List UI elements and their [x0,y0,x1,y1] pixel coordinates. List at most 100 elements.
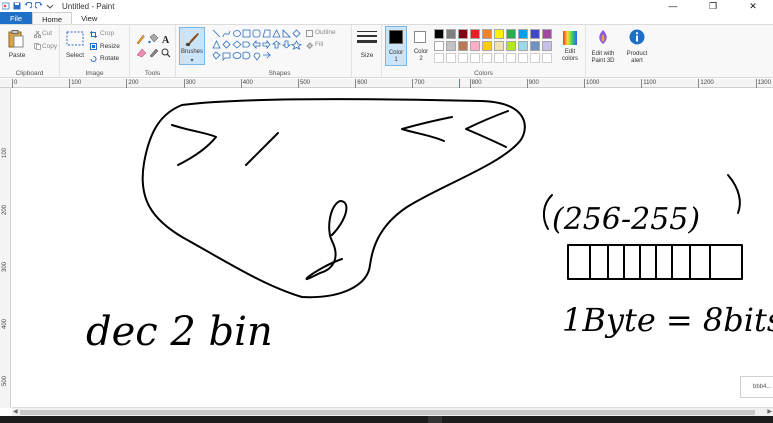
freehand-drawing: dec 2 bin 1Byte = 8bits (256-255) [86,98,773,355]
color-swatch[interactable] [446,29,456,39]
color-swatch[interactable] [482,41,492,51]
color-swatch[interactable] [542,29,552,39]
paste-icon[interactable] [8,30,24,48]
paste-label[interactable]: Paste [2,52,32,59]
select-icon[interactable] [66,31,84,47]
copy-icon[interactable] [34,43,41,50]
color1-button[interactable]: Color 1 [385,26,407,66]
color-swatch[interactable] [446,41,456,51]
horizontal-scrollbar[interactable]: ◀ ▶ [12,407,773,416]
color-swatch[interactable] [530,29,540,39]
edit-colors-label: Edit [564,49,576,55]
vruler-label: 300 [2,261,8,272]
drawing-canvas[interactable]: dec 2 bin 1Byte = 8bits (256-255) [12,89,773,407]
color-swatch[interactable] [506,53,516,63]
eraser-icon[interactable] [136,48,147,58]
color-swatch[interactable] [434,29,444,39]
vertical-ruler: 100 200 300 400 500 [0,88,11,408]
color-picker-icon[interactable] [149,48,159,58]
color-swatch[interactable] [446,53,456,63]
edit-colors-icon [563,31,577,45]
color-swatch[interactable] [518,41,528,51]
color2-button[interactable]: Color 2 [410,26,432,66]
shapes-gallery[interactable] [212,29,304,63]
color-swatch[interactable] [470,41,480,51]
tab-view[interactable]: View [72,12,106,24]
ruler-tick [469,79,471,88]
fill-shape-icon[interactable] [306,42,313,49]
pencil-icon[interactable] [136,34,145,45]
color-swatch[interactable] [434,41,444,51]
close-button[interactable]: ✕ [733,0,773,12]
color-swatch[interactable] [494,41,504,51]
outline-icon[interactable] [306,30,313,37]
color-swatch[interactable] [518,29,528,39]
cursor-position-marker [459,79,460,88]
color-swatch[interactable] [482,29,492,39]
text-icon[interactable]: A [162,35,170,46]
crop-label[interactable]: Crop [100,30,114,37]
color-swatch[interactable] [458,41,468,51]
color-swatch[interactable] [506,29,516,39]
maximize-button[interactable]: ❐ [693,0,733,12]
taskbar-active-app[interactable] [428,416,442,423]
color-swatch[interactable] [506,41,516,51]
ruler-tick [69,79,71,88]
product-alert-label: Product [626,51,648,57]
info-icon [629,29,645,45]
open-paren-stroke [542,194,553,230]
color-swatch[interactable] [458,53,468,63]
tab-file[interactable]: File [0,12,33,24]
cut-icon[interactable] [34,31,41,38]
minimize-button[interactable]: — [653,0,693,12]
resize-label[interactable]: Resize [100,43,120,50]
colors-group: Color 1 Color 2 Edit colors Colors [382,25,586,78]
cut-label[interactable]: Cut [42,30,52,37]
right-eye-2-stroke [465,110,509,148]
color-swatch[interactable] [470,29,480,39]
color-swatch[interactable] [494,29,504,39]
edit-colors-label-2: colors [561,56,578,62]
tab-home[interactable]: Home [32,12,73,24]
crop-icon[interactable] [90,31,97,38]
color-swatch[interactable] [530,53,540,63]
color-swatch[interactable] [542,53,552,63]
redo-icon[interactable] [35,2,43,10]
copy-label[interactable]: Copy [42,43,57,50]
color2-label: Color [413,49,429,55]
shapes-group: Outline Fill Shapes [208,25,352,78]
size-label[interactable]: Size [352,52,382,59]
color2-swatch [414,31,426,43]
color-swatch[interactable] [518,53,528,63]
undo-icon[interactable] [24,2,32,10]
edit-colors-button[interactable]: Edit colors [556,27,584,67]
colors-group-label: Colors [474,70,493,77]
customize-qa-icon[interactable] [46,2,54,10]
rotate-label[interactable]: Rotate [100,55,119,62]
fill-icon[interactable] [148,33,159,44]
ruler-tick [755,79,757,88]
color-swatch[interactable] [494,53,504,63]
magnifier-icon[interactable] [161,48,171,58]
color-swatch[interactable] [530,41,540,51]
color-swatch[interactable] [458,29,468,39]
color-swatch[interactable] [482,53,492,63]
brushes-button[interactable]: Brushes ▾ [179,27,205,65]
color-swatch[interactable] [542,41,552,51]
scroll-thumb[interactable] [20,410,755,415]
notification-toast[interactable]: bbb4... [740,376,773,398]
ruler-tick [183,79,185,88]
outline-label[interactable]: Outline [315,29,336,36]
rotate-icon[interactable] [90,55,97,62]
resize-icon[interactable] [90,43,97,50]
color-palette [434,29,552,63]
edit-with-paint3d-button[interactable]: Edit with Paint 3D [586,25,620,78]
select-label[interactable]: Select [62,52,88,59]
color-swatch[interactable] [434,53,444,63]
line-size-icon[interactable] [357,30,377,46]
color-swatch[interactable] [470,53,480,63]
fill-label[interactable]: Fill [315,41,323,48]
ribbon: Paste Cut Copy Clipboard Select Crop Res… [0,25,773,78]
product-alert-button[interactable]: Product alert [622,25,652,78]
save-icon[interactable] [13,2,21,10]
